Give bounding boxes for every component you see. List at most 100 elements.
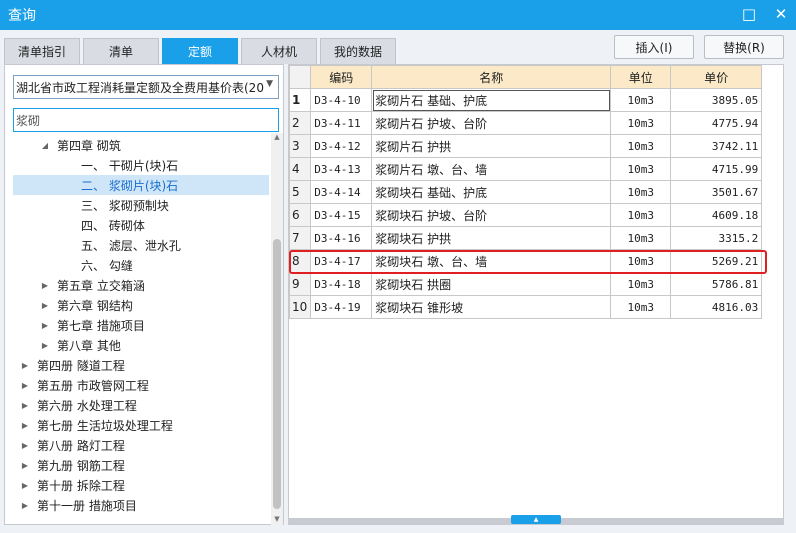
cell-code: D3-4-10: [310, 88, 373, 112]
cell-code: D3-4-16: [310, 226, 373, 250]
cell-unit: 10m3: [610, 272, 672, 296]
maximize-icon[interactable]: □: [740, 5, 758, 23]
cell-name: 浆砌块石 基础、护底: [371, 180, 612, 204]
chevron-down-icon[interactable]: ▼: [266, 79, 273, 89]
tree-node[interactable]: 三、 浆砌预制块: [5, 195, 169, 215]
table-row[interactable]: 7 D3-4-16 浆砌块石 护拱 10m3 3315.2: [289, 226, 763, 250]
cell-code: D3-4-14: [310, 180, 373, 204]
column-header-name[interactable]: 名称: [371, 65, 612, 89]
caret-collapsed-icon[interactable]: ▶: [39, 301, 51, 310]
table-row[interactable]: 5 D3-4-14 浆砌块石 基础、护底 10m3 3501.67: [289, 180, 763, 204]
column-header-code[interactable]: 编码: [310, 65, 373, 89]
tree-node[interactable]: ▶ 第四册 隧道工程: [5, 355, 125, 375]
cell-code: D3-4-12: [310, 134, 373, 158]
cell-price: 3895.05: [670, 88, 763, 112]
cell-unit: 10m3: [610, 111, 672, 135]
tree-node-label: 六、 勾缝: [81, 258, 133, 273]
replace-button[interactable]: 替换(R): [704, 35, 784, 59]
library-select[interactable]: 湖北省市政工程消耗量定额及全费用基价表(20 ▼: [13, 75, 279, 99]
cell-price: 4715.99: [670, 157, 763, 181]
cell-code: D3-4-13: [310, 157, 373, 181]
chapter-tree: ◢ 第四章 砌筑 一、 干砌片(块)石二、 浆砌片(块)石三、 浆砌预制块四、 砖砌…: [5, 135, 269, 515]
table-row[interactable]: 1 D3-4-10 浆砌片石 基础、护底 10m3 3895.05: [289, 88, 763, 112]
tree-node[interactable]: ▶ 第八册 路灯工程: [5, 435, 125, 455]
tab-labor-material[interactable]: 人材机: [241, 38, 317, 64]
quota-table-panel: 编码 名称 单位 单价 1 D3-4-10 浆砌片石 基础、护底 10m3 3895.0…: [288, 64, 784, 525]
cell-name: 浆砌片石 墩、台、墙: [371, 157, 612, 181]
caret-expanded-icon[interactable]: ◢: [39, 141, 51, 150]
tree-node-label: 五、 滤层、泄水孔: [81, 238, 181, 253]
tree-node[interactable]: 五、 滤层、泄水孔: [5, 235, 181, 255]
tree-node[interactable]: ▶ 第九册 钢筋工程: [5, 455, 125, 475]
caret-collapsed-icon[interactable]: ▶: [39, 281, 51, 290]
table-row[interactable]: 4 D3-4-13 浆砌片石 墩、台、墙 10m3 4715.99: [289, 157, 763, 181]
row-number: 4: [289, 157, 312, 181]
table-row[interactable]: 3 D3-4-12 浆砌片石 护拱 10m3 3742.11: [289, 134, 763, 158]
tree-node[interactable]: ◢ 第四章 砌筑: [5, 135, 121, 155]
scrollbar-thumb[interactable]: [273, 239, 281, 509]
tree-node[interactable]: 一、 干砌片(块)石: [5, 155, 178, 175]
cell-code: D3-4-17: [310, 249, 373, 273]
cell-unit: 10m3: [610, 295, 672, 319]
caret-collapsed-icon[interactable]: ▶: [39, 341, 51, 350]
window-title: 查询: [8, 8, 36, 24]
tree-scrollbar[interactable]: ▲ ▼: [271, 133, 283, 525]
tree-node[interactable]: ▶ 第十册 拆除工程: [5, 475, 125, 495]
tree-node[interactable]: 二、 浆砌片(块)石: [13, 175, 269, 195]
cell-code: D3-4-11: [310, 111, 373, 135]
tree-node[interactable]: ▶ 第十一册 措施项目: [5, 495, 137, 515]
caret-collapsed-icon[interactable]: ▶: [19, 421, 31, 430]
cell-unit: 10m3: [610, 157, 672, 181]
tree-node[interactable]: ▶ 第六册 水处理工程: [5, 395, 137, 415]
cell-price: 5269.21: [670, 249, 763, 273]
tree-node[interactable]: 四、 砖砌体: [5, 215, 145, 235]
scroll-up-icon[interactable]: ▲: [271, 133, 283, 143]
cell-price: 4816.03: [670, 295, 763, 319]
search-input[interactable]: [13, 108, 279, 132]
tree-node-label: 二、 浆砌片(块)石: [81, 178, 179, 193]
cell-name: 浆砌片石 护拱: [371, 134, 612, 158]
table-row[interactable]: 2 D3-4-11 浆砌片石 护坡、台阶 10m3 4775.94: [289, 111, 763, 135]
tab-quota[interactable]: 定额: [162, 38, 238, 64]
scroll-down-icon[interactable]: ▼: [271, 515, 283, 525]
caret-collapsed-icon[interactable]: ▶: [19, 361, 31, 370]
tree-node-label: 四、 砖砌体: [81, 218, 145, 233]
tab-bar: 清单指引 清单 定额 人材机 我的数据: [4, 38, 396, 64]
cell-code: D3-4-15: [310, 203, 373, 227]
tab-list-guide[interactable]: 清单指引: [4, 38, 80, 64]
column-header-price[interactable]: 单价: [670, 65, 763, 89]
splitter-grip-icon[interactable]: ▲: [511, 515, 561, 524]
table-row[interactable]: 8 D3-4-17 浆砌块石 墩、台、墙 10m3 5269.21: [289, 249, 763, 273]
row-number: 6: [289, 203, 312, 227]
tab-list[interactable]: 清单: [83, 38, 159, 64]
table-row[interactable]: 10 D3-4-19 浆砌块石 锥形坡 10m3 4816.03: [289, 295, 763, 319]
caret-collapsed-icon[interactable]: ▶: [19, 401, 31, 410]
caret-collapsed-icon[interactable]: ▶: [19, 481, 31, 490]
tree-node[interactable]: ▶ 第七章 措施项目: [5, 315, 145, 335]
tree-node[interactable]: ▶ 第五章 立交箱涵: [5, 275, 145, 295]
title-bar[interactable]: 查询 □ ✕: [0, 0, 796, 30]
tree-node[interactable]: ▶ 第七册 生活垃圾处理工程: [5, 415, 173, 435]
insert-button[interactable]: 插入(I): [614, 35, 694, 59]
tree-node[interactable]: ▶ 第八章 其他: [5, 335, 121, 355]
table-row[interactable]: 6 D3-4-15 浆砌块石 护坡、台阶 10m3 4609.18: [289, 203, 763, 227]
horizontal-scrollbar[interactable]: ▲: [289, 515, 783, 524]
tree-node[interactable]: ▶ 第五册 市政管网工程: [5, 375, 149, 395]
tree-node-label: 第六章 钢结构: [57, 298, 133, 313]
caret-collapsed-icon[interactable]: ▶: [19, 441, 31, 450]
caret-collapsed-icon[interactable]: ▶: [39, 321, 51, 330]
tree-node[interactable]: ▶ 第六章 钢结构: [5, 295, 133, 315]
table-row[interactable]: 9 D3-4-18 浆砌块石 拱圈 10m3 5786.81: [289, 272, 763, 296]
column-header-unit[interactable]: 单位: [610, 65, 672, 89]
tab-my-data[interactable]: 我的数据: [320, 38, 396, 64]
cell-name: 浆砌块石 锥形坡: [371, 295, 612, 319]
cell-price: 5786.81: [670, 272, 763, 296]
caret-collapsed-icon[interactable]: ▶: [19, 501, 31, 510]
cell-code: D3-4-19: [310, 295, 373, 319]
caret-collapsed-icon[interactable]: ▶: [19, 381, 31, 390]
caret-collapsed-icon[interactable]: ▶: [19, 461, 31, 470]
cell-name: 浆砌片石 基础、护底: [371, 88, 612, 112]
close-icon[interactable]: ✕: [772, 5, 790, 23]
tree-node[interactable]: 六、 勾缝: [5, 255, 133, 275]
cell-code: D3-4-18: [310, 272, 373, 296]
